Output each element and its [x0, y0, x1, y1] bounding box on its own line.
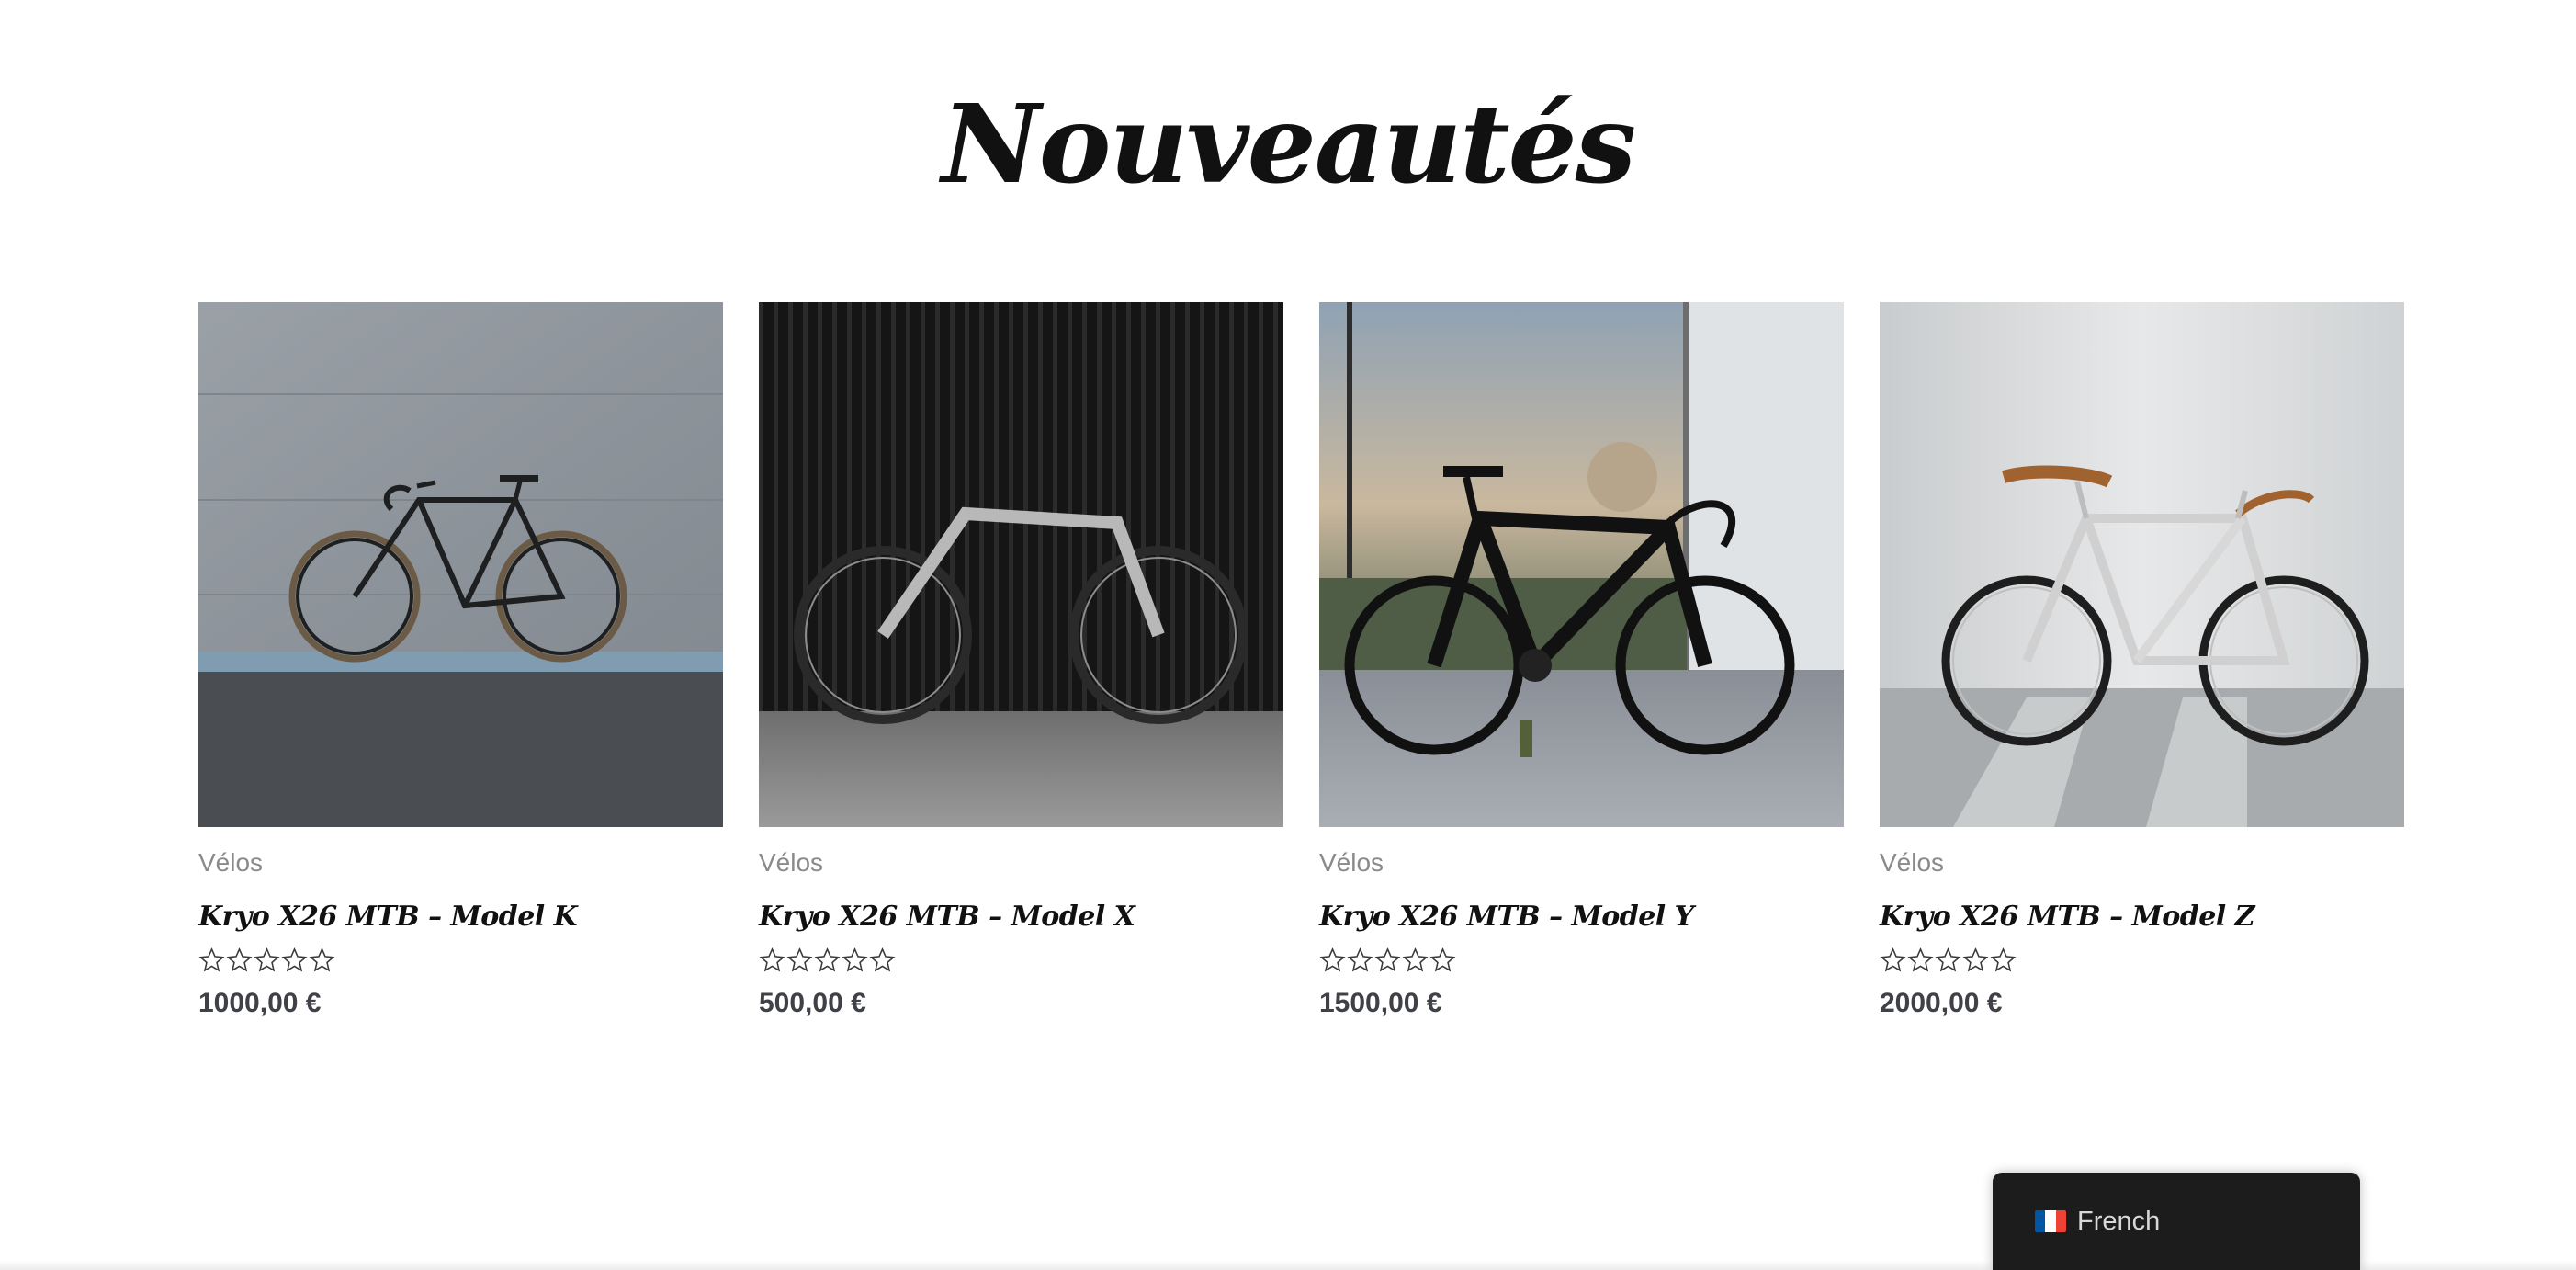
product-card: Vélos Kryo X26 MTB – Model Z 2000,00 € — [1880, 302, 2404, 1038]
star-rating — [1319, 946, 1456, 977]
star-empty-icon — [1402, 947, 1429, 972]
product-image-model-k[interactable] — [198, 302, 723, 827]
language-switcher[interactable]: French — [1993, 1173, 2360, 1270]
product-title[interactable]: Kryo X26 MTB – Model Y — [1319, 901, 1694, 933]
product-title[interactable]: Kryo X26 MTB – Model X — [759, 901, 1135, 933]
product-grid: Vélos Kryo X26 MTB – Model K 1000,00 € V… — [198, 302, 2404, 1056]
star-empty-icon — [281, 947, 308, 972]
star-empty-icon — [786, 947, 813, 972]
star-empty-icon — [1374, 947, 1401, 972]
product-price: 1500,00 € — [1319, 988, 1442, 1018]
star-empty-icon — [759, 947, 785, 972]
product-title[interactable]: Kryo X26 MTB – Model Z — [1880, 901, 2255, 933]
product-card: Vélos Kryo X26 MTB – Model Y 1500,00 € — [1319, 302, 1844, 1038]
star-empty-icon — [814, 947, 841, 972]
star-empty-icon — [309, 947, 335, 972]
star-empty-icon — [1319, 947, 1346, 972]
star-empty-icon — [1990, 947, 2017, 972]
product-image-model-y[interactable] — [1319, 302, 1844, 827]
star-rating — [759, 946, 896, 977]
france-flag-icon — [2035, 1210, 2066, 1232]
star-rating — [198, 946, 335, 977]
star-empty-icon — [226, 947, 253, 972]
star-empty-icon — [1935, 947, 1961, 972]
product-title[interactable]: Kryo X26 MTB – Model K — [198, 901, 578, 933]
star-empty-icon — [842, 947, 868, 972]
star-empty-icon — [198, 947, 225, 972]
star-empty-icon — [1429, 947, 1456, 972]
section-title: Nouveautés — [941, 80, 1636, 208]
star-empty-icon — [1962, 947, 1989, 972]
language-label: French — [2077, 1206, 2161, 1236]
star-empty-icon — [254, 947, 280, 972]
product-price: 500,00 € — [759, 988, 866, 1018]
product-category[interactable]: Vélos — [759, 848, 823, 878]
product-category[interactable]: Vélos — [1319, 848, 1384, 878]
star-empty-icon — [1880, 947, 1906, 972]
product-price: 1000,00 € — [198, 988, 322, 1018]
product-price: 2000,00 € — [1880, 988, 2003, 1018]
product-card: Vélos Kryo X26 MTB – Model X 500,00 € — [759, 302, 1283, 1038]
product-category[interactable]: Vélos — [1880, 848, 1944, 878]
star-empty-icon — [1907, 947, 1934, 972]
star-empty-icon — [1347, 947, 1373, 972]
product-image-model-x[interactable] — [759, 302, 1283, 827]
star-rating — [1880, 946, 2017, 977]
star-empty-icon — [869, 947, 896, 972]
product-image-model-z[interactable] — [1880, 302, 2404, 827]
product-card: Vélos Kryo X26 MTB – Model K 1000,00 € — [198, 302, 723, 1038]
product-category[interactable]: Vélos — [198, 848, 263, 878]
